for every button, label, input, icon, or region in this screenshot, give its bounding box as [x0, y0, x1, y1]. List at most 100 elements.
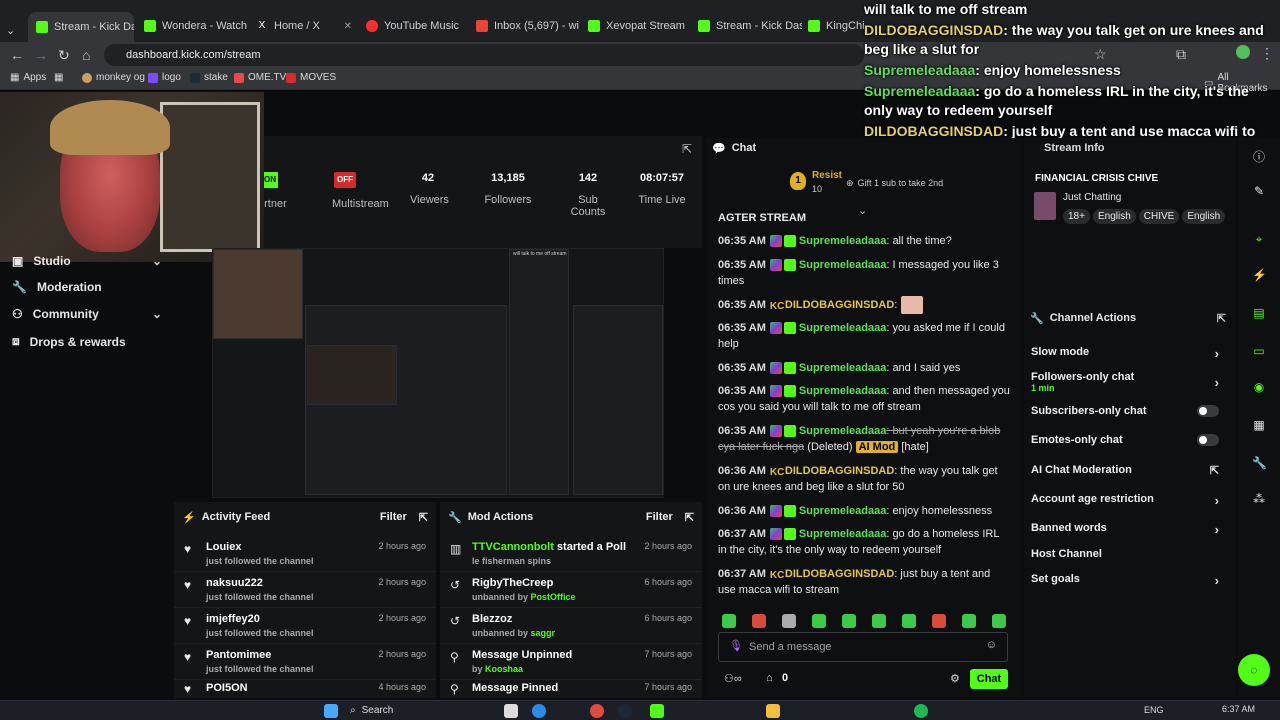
emote-icon[interactable]	[902, 614, 916, 628]
taskbar-search[interactable]: ⌕ Search	[350, 705, 393, 716]
stream-preview[interactable]: will talk to me off stream	[212, 248, 664, 498]
activity-row[interactable]: ♥ naksuu222 just followed the channel 2 hou…	[174, 572, 436, 608]
emote-icon[interactable]	[842, 614, 856, 628]
subscribers-only-toggle[interactable]	[1197, 405, 1219, 417]
bookmark-grid[interactable]: ▦	[54, 72, 63, 83]
emoji-icon[interactable]: ☺	[986, 639, 997, 651]
close-icon[interactable]: ✕	[344, 21, 352, 32]
steam-icon[interactable]	[618, 704, 632, 718]
popout-icon[interactable]: ⇱	[1217, 312, 1226, 325]
chat-message-input[interactable]: 🎙 Send a message ☺	[718, 632, 1008, 662]
tab-gmail-inbox[interactable]: Inbox (5,697) - wi✕	[476, 14, 580, 38]
emote-icon[interactable]	[962, 614, 976, 628]
chat-message[interactable]: 06:35 AM Supremeleadaaa: and I said yes	[718, 360, 1010, 376]
chat-message[interactable]: 06:36 AM Supremeleadaaa: enjoy homelessne…	[718, 503, 1010, 519]
activity-row[interactable]: ♥ Louiex just followed the channel 2 hours …	[174, 536, 436, 572]
forward-icon[interactable]: →	[34, 47, 48, 63]
followers-only-chat-item[interactable]: Followers-only chat 1 min ›	[1031, 371, 1227, 393]
info-icon[interactable]: ⓘ	[1252, 148, 1266, 164]
mod-action-row[interactable]: ↺ RigbyTheCreep unbanned by PostOffice 6 ho…	[440, 572, 702, 608]
activity-row[interactable]: ♥ POI5ON 4 hours ago	[174, 680, 436, 698]
lightning-icon[interactable]: ⚡	[1252, 268, 1267, 282]
broadcast-icon[interactable]: ◉	[1252, 380, 1266, 394]
chat-message[interactable]: 06:35 AM Supremeleadaaa: all the time?	[718, 233, 1010, 249]
multistream-off-badge[interactable]: OFF	[334, 172, 356, 188]
emote-icon[interactable]	[782, 614, 796, 628]
tab-stream-kick-dashboard[interactable]: Stream - Kick Dash ✕	[28, 12, 134, 42]
tab-wondera[interactable]: Wondera - Watch✕	[144, 14, 248, 38]
mod-action-row[interactable]: ↺ Blezzoz unbanned by saggr 6 hours ago	[440, 608, 702, 644]
gift-sub-button[interactable]: ⊕ Gift 1 sub to take 2nd	[846, 178, 943, 189]
tab-kingchief[interactable]: KingChief - Watc	[808, 14, 864, 38]
folder-icon[interactable]	[766, 704, 780, 718]
chat-message[interactable]: 06:35 AM Supremeleadaaa: you asked me if …	[718, 320, 1010, 352]
emote-icon[interactable]	[992, 614, 1006, 628]
banned-words-item[interactable]: Banned words ›	[1031, 522, 1227, 537]
bookmark-ometv[interactable]: OME.TV	[234, 72, 286, 83]
emote-icon[interactable]	[932, 614, 946, 628]
filter-button[interactable]: Filter	[646, 511, 673, 523]
chat-message[interactable]: 06:35 AM KCDILDOBAGGINSDAD:	[718, 296, 1010, 314]
language-indicator[interactable]: ENG	[1144, 705, 1164, 715]
emote-icon[interactable]	[752, 614, 766, 628]
ai-chat-moderation-item[interactable]: AI Chat Moderation ⇱	[1031, 464, 1227, 477]
gift-box-icon[interactable]: ⌂	[766, 672, 773, 684]
chat-icon[interactable]: ▭	[1252, 344, 1266, 358]
bookmark-logo[interactable]: logo	[148, 72, 181, 83]
tab-stream-kick-2[interactable]: Stream - Kick Das✕	[698, 14, 802, 38]
chat-message[interactable]: 06:36 AM KCDILDOBAGGINSDAD: the way you t…	[718, 463, 1010, 495]
target-icon[interactable]: ⌖	[1252, 232, 1266, 246]
chat-message[interactable]: 06:37 AM KCDILDOBAGGINSDAD: just buy a te…	[718, 566, 1010, 598]
settings-icon[interactable]: ⚙	[950, 672, 960, 685]
bookmark-apps[interactable]: ▦ Apps	[10, 72, 46, 83]
sidebar-item-community[interactable]: ⚇ Community ⌄	[12, 307, 162, 321]
mod-action-row[interactable]: ▥ TTVCannonbolt started a Poll le fisherma…	[440, 536, 702, 572]
mod-action-row[interactable]: ⚲ Message Pinned 7 hours ago	[440, 680, 702, 698]
url-field[interactable]: dashboard.kick.com/stream	[104, 44, 864, 66]
users-icon[interactable]: ⚇∞	[724, 672, 742, 685]
tab-list-button[interactable]: ⌄	[6, 18, 22, 42]
set-goals-item[interactable]: Set goals ›	[1031, 573, 1227, 588]
emote-icon[interactable]	[872, 614, 886, 628]
bookmark-monkey-og[interactable]: monkey og	[82, 72, 145, 83]
spotify-icon[interactable]	[914, 704, 928, 718]
file-explorer-icon[interactable]	[504, 704, 518, 718]
tab-home-x[interactable]: X Home / X ✕	[256, 14, 352, 38]
reload-icon[interactable]: ↻	[58, 47, 70, 64]
chat-message[interactable]: 06:37 AM Supremeleadaaa: go do a homeless…	[718, 526, 1010, 558]
subscribers-only-chat-item[interactable]: Subscribers-only chat	[1031, 405, 1227, 417]
apps-icon[interactable]: ⁂	[1252, 492, 1266, 506]
host-channel-item[interactable]: Host Channel	[1031, 548, 1227, 560]
tab-youtube-music[interactable]: YouTube Music✕	[366, 14, 464, 38]
account-age-restriction-item[interactable]: Account age restriction ›	[1031, 493, 1227, 508]
send-chat-button[interactable]: Chat	[970, 669, 1008, 689]
support-chat-button[interactable]: ◌	[1238, 654, 1270, 686]
chrome-icon[interactable]	[590, 704, 604, 718]
filter-button[interactable]: Filter	[380, 511, 407, 523]
document-icon[interactable]: ▤	[1252, 306, 1266, 320]
xbox-icon[interactable]	[650, 704, 664, 718]
bookmark-stake[interactable]: stake	[190, 72, 228, 83]
emotes-only-chat-item[interactable]: Emotes-only chat	[1031, 434, 1227, 446]
home-icon[interactable]: ⌂	[82, 47, 90, 63]
popout-icon[interactable]: ⇱	[682, 142, 692, 156]
back-icon[interactable]: ←	[10, 47, 24, 63]
popout-icon[interactable]: ⇱	[685, 511, 694, 524]
bookmark-moves[interactable]: MOVES	[286, 72, 336, 83]
chat-message[interactable]: 06:35 AM Supremeleadaaa: and then message…	[718, 383, 1010, 415]
sidebar-item-studio[interactable]: ▣ Studio ⌄	[12, 254, 162, 268]
mod-action-row[interactable]: ⚲ Message Unpinned by Kooshaa 7 hours ago	[440, 644, 702, 680]
clock[interactable]: 6:37 AM	[1222, 704, 1255, 714]
emote-icon[interactable]	[722, 614, 736, 628]
activity-row[interactable]: ♥ Pantomimee just followed the channel 2 ho…	[174, 644, 436, 680]
edge-icon[interactable]	[532, 704, 546, 718]
grid-icon[interactable]: ▦	[1252, 418, 1266, 432]
emotes-only-toggle[interactable]	[1197, 434, 1219, 446]
chat-message[interactable]: 06:35 AM Supremeleadaaa: I messaged you l…	[718, 257, 1010, 289]
sidebar-item-drops-rewards[interactable]: ⧈ Drops & rewards	[12, 334, 162, 349]
activity-row[interactable]: ♥ imjeffey20 just followed the channel 2 ho…	[174, 608, 436, 644]
sidebar-item-moderation[interactable]: 🔧 Moderation	[12, 280, 162, 294]
popout-icon[interactable]: ⇱	[419, 511, 428, 524]
emote-icon[interactable]	[812, 614, 826, 628]
tab-xevopat[interactable]: Xevopat Stream -✕	[588, 14, 686, 38]
